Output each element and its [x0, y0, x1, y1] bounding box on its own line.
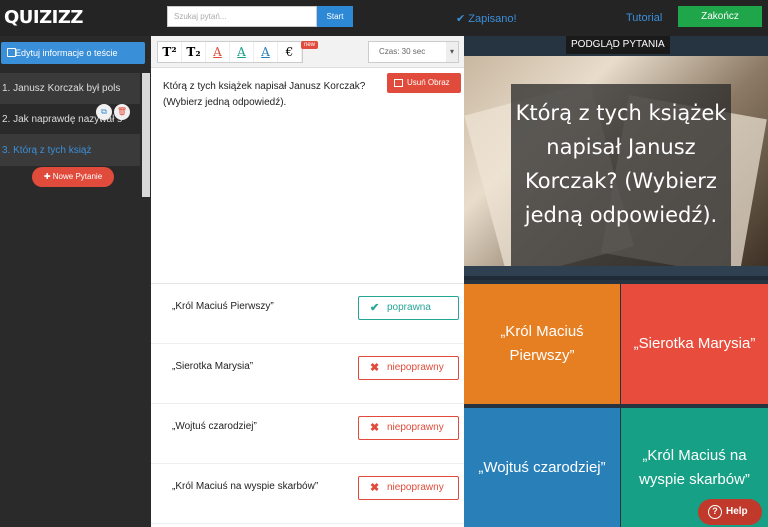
new-question-button[interactable]: ✚ Nowe Pytanie: [32, 167, 114, 187]
chevron-down-icon: ▾: [446, 42, 458, 62]
tutorial-link[interactable]: Tutorial: [626, 12, 662, 24]
search-input[interactable]: Szukaj pytań...: [167, 6, 317, 27]
question-icon: ?: [708, 505, 722, 519]
cross-icon: ✖: [370, 482, 380, 494]
question-preview: PODGLĄD PYTANIA Którą z tych książek nap…: [464, 36, 768, 527]
euro-symbol-button[interactable]: €: [278, 42, 302, 62]
scrollbar[interactable]: [142, 73, 150, 197]
top-bar: QUIZIZZ Szukaj pytań... Start ✔ Zapisano…: [0, 0, 768, 36]
text-color-red-button[interactable]: A: [206, 42, 230, 62]
finish-button[interactable]: Zakończ: [678, 6, 762, 27]
answer-status: niepoprawny: [387, 362, 444, 373]
answer-text[interactable]: „Sierotka Marysia”: [172, 361, 253, 372]
subscript-button[interactable]: T₂: [182, 42, 206, 62]
new-question-label: Nowe Pytanie: [52, 172, 103, 181]
cross-icon: ✖: [370, 422, 380, 434]
question-item-1[interactable]: 1. Janusz Korczak był pols: [0, 73, 140, 104]
trash-icon[interactable]: 🗑: [114, 104, 130, 120]
edit-info-button[interactable]: Edytuj informacje o teście: [1, 42, 145, 64]
search-button[interactable]: Start: [317, 6, 353, 27]
format-toolbar: T² T₂ A A A € new Czas: 30 sec ▾: [151, 36, 464, 68]
answer-text[interactable]: „Wojtuś czarodziej”: [172, 421, 257, 432]
answer-text[interactable]: „Król Maciuś Pierwszy”: [172, 301, 274, 312]
time-select[interactable]: Czas: 30 sec ▾: [368, 41, 459, 63]
plus-icon: ✚: [43, 172, 53, 181]
time-value: Czas: 30 sec: [379, 47, 426, 56]
format-tools: T² T₂ A A A €: [157, 41, 303, 63]
answer-status: niepoprawny: [387, 422, 444, 433]
answer-row: „Król Maciuś na wyspie skarbów” ✖ niepopr…: [151, 464, 464, 524]
help-button[interactable]: ? Help: [698, 499, 762, 525]
sidebar: Edytuj informacje o teście 1. Janusz Kor…: [0, 36, 151, 527]
remove-image-label: Usuń Obraz: [407, 78, 450, 87]
new-badge: new: [301, 41, 319, 49]
answer-row: „Sierotka Marysia” ✖ niepoprawny: [151, 344, 464, 404]
answer-status: niepoprawny: [387, 482, 444, 493]
correct-toggle[interactable]: ✔ poprawna: [358, 296, 459, 320]
answer-row: „Wojtuś czarodziej” ✖ niepoprawny: [151, 404, 464, 464]
superscript-button[interactable]: T²: [158, 42, 182, 62]
incorrect-toggle[interactable]: ✖ niepoprawny: [358, 416, 459, 440]
answer-status: poprawna: [387, 302, 431, 313]
preview-option-1: „Król Maciuś Pierwszy”: [464, 284, 620, 404]
preview-timer-bar: [464, 266, 768, 280]
edit-info-label: Edytuj informacje o teście: [15, 48, 118, 58]
duplicate-icon[interactable]: ⧉: [96, 104, 112, 120]
preview-question: Którą z tych książek napisał Janusz Korc…: [511, 84, 731, 266]
preview-option-2: „Sierotka Marysia”: [621, 284, 768, 404]
question-actions: ⧉ 🗑: [96, 101, 132, 120]
text-color-teal-button[interactable]: A: [230, 42, 254, 62]
preview-option-3: „Wojtuś czarodziej”: [464, 408, 620, 527]
question-text[interactable]: Którą z tych książek napisał Janusz Korc…: [163, 79, 378, 111]
remove-image-button[interactable]: Usuń Obraz: [387, 73, 461, 93]
question-image: Którą z tych książek napisał Janusz Korc…: [464, 56, 768, 266]
saved-status: ✔ Zapisano!: [456, 13, 517, 25]
answer-row: „Król Maciuś Pierwszy” ✔ poprawna: [151, 284, 464, 344]
text-color-blue-button[interactable]: A: [254, 42, 278, 62]
cross-icon: ✖: [370, 362, 380, 374]
preview-label: PODGLĄD PYTANIA: [566, 36, 670, 54]
image-icon: [394, 79, 403, 87]
question-item-3[interactable]: 3. Którą z tych książ: [0, 135, 140, 166]
logo[interactable]: QUIZIZZ: [4, 7, 83, 28]
incorrect-toggle[interactable]: ✖ niepoprawny: [358, 356, 459, 380]
check-icon: ✔: [370, 302, 380, 314]
question-editor: T² T₂ A A A € new Czas: 30 sec ▾ Którą z…: [151, 36, 464, 527]
help-label: Help: [726, 506, 748, 517]
edit-icon: [7, 48, 16, 57]
incorrect-toggle[interactable]: ✖ niepoprawny: [358, 476, 459, 500]
answer-text[interactable]: „Król Maciuś na wyspie skarbów”: [172, 481, 318, 492]
